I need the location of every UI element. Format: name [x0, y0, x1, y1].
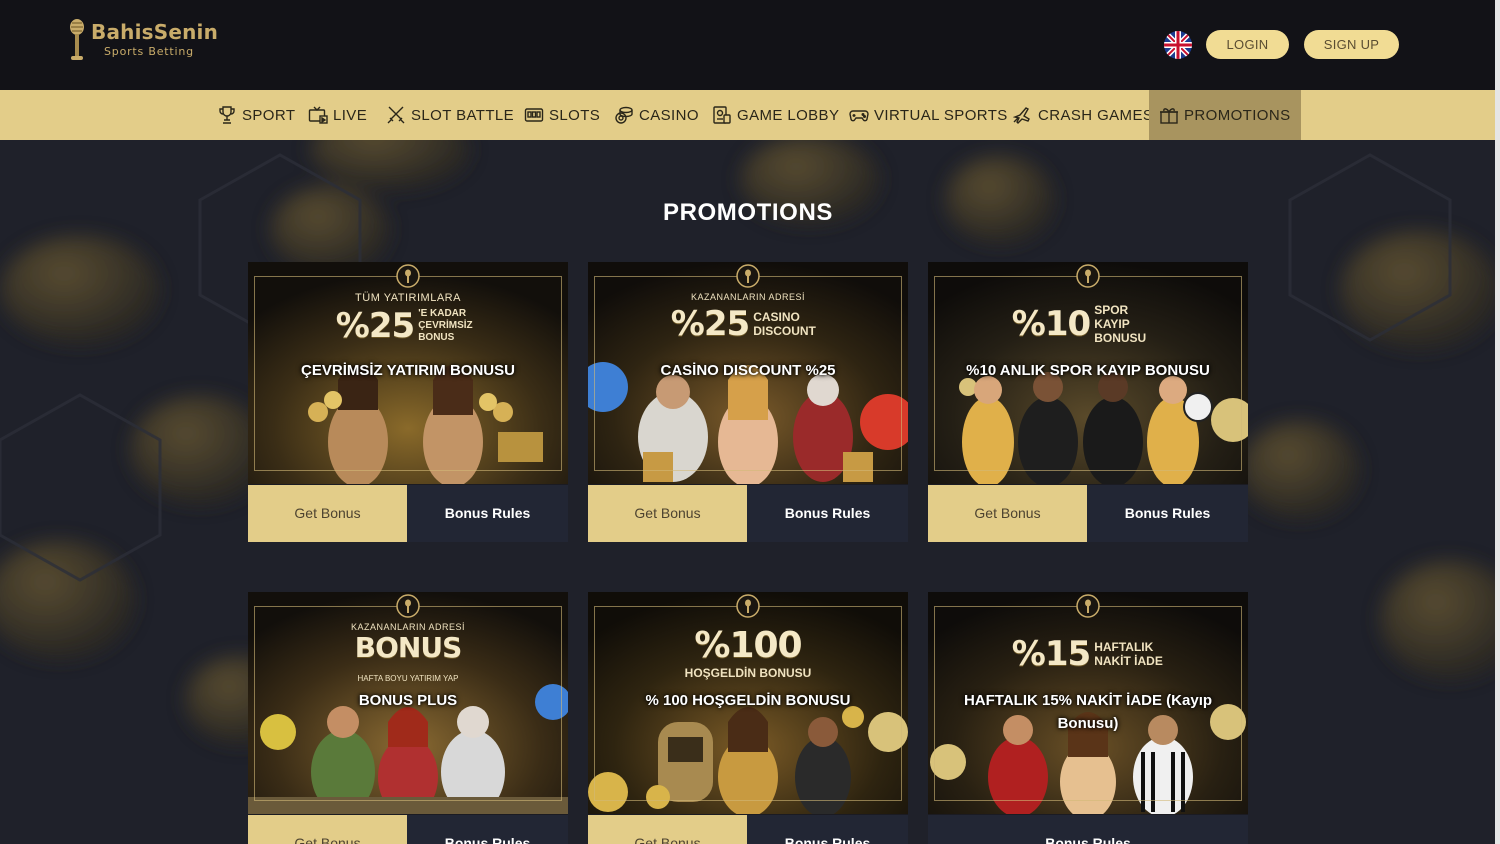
banner-bottom-text: HAFTA BOYU YATIRIM YAP — [357, 674, 459, 683]
game-lobby-icon — [713, 106, 731, 124]
nav-item-slots[interactable]: SLOTS — [524, 90, 600, 140]
banner-side-text: HOŞGELDİN BONUSU — [684, 666, 812, 680]
banner-side-text: SPOR KAYIP BONUSU — [1094, 303, 1147, 345]
banner-heading: %100 HOŞGELDİN BONUSU — [658, 626, 838, 686]
microphone-badge-icon — [1076, 264, 1100, 288]
microphone-logo-icon — [70, 19, 84, 60]
banner-heading: TÜM YATIRIMLARA %25 'E KADAR ÇEVRİMSİZ B… — [318, 292, 498, 352]
promotion-title: % 100 HOŞGELDİN BONUSU — [645, 692, 851, 709]
get-bonus-button[interactable]: Get Bonus — [928, 485, 1087, 542]
logo[interactable]: BahisSenin Sports Betting — [66, 18, 226, 64]
login-button[interactable]: LOGIN — [1206, 30, 1289, 59]
nav-label: SLOTS — [549, 106, 601, 124]
get-bonus-button[interactable]: Get Bonus — [248, 815, 407, 844]
nav-item-virtual-sports[interactable]: VIRTUAL SPORTS — [849, 90, 1008, 140]
uk-flag-icon[interactable] — [1164, 31, 1192, 59]
promotion-card: %15 HAFTALIK NAKİT İADE HAFTALIK 15% NAK… — [928, 592, 1248, 844]
live-tv-icon — [308, 106, 328, 124]
slot-machine-icon — [524, 108, 544, 122]
promotion-title: CASİNO DISCOUNT %25 — [660, 362, 836, 379]
nav-label: GAME LOBBY — [737, 106, 840, 124]
promotion-card: KAZANANLARIN ADRESİ BONUS HAFTA BOYU YAT… — [248, 592, 568, 844]
promotion-banner[interactable]: KAZANANLARIN ADRESİ %25 CASINO DISCOUNT … — [588, 262, 908, 484]
page-title: PROMOTIONS — [662, 199, 833, 226]
gift-icon — [1160, 108, 1178, 124]
banner-side-text: 'E KADAR ÇEVRİMSİZ BONUS — [418, 308, 473, 343]
get-bonus-button[interactable]: Get Bonus — [588, 815, 747, 844]
microphone-badge-icon — [396, 264, 420, 288]
banner-big-text: %100 — [694, 625, 802, 666]
promotion-banner[interactable]: TÜM YATIRIMLARA %25 'E KADAR ÇEVRİMSİZ B… — [248, 262, 568, 484]
plane-icon — [1013, 107, 1030, 124]
promotion-banner[interactable]: %100 HOŞGELDİN BONUSU % 100 HOŞGELDİN BO… — [588, 592, 908, 814]
banner-heading: %10 SPOR KAYIP BONUSU — [998, 302, 1178, 362]
nav-label: SLOT BATTLE — [411, 106, 515, 124]
banner-big-text: BONUS — [354, 631, 462, 664]
banner-big-text: %25 — [335, 306, 415, 346]
casino-chips-icon — [615, 106, 633, 124]
bonus-rules-button[interactable]: Bonus Rules — [1087, 485, 1248, 542]
promotion-title: ÇEVRİMSİZ YATIRIM BONUSU — [301, 362, 515, 379]
nav-item-slot-battle[interactable]: SLOT BATTLE — [386, 90, 514, 140]
bonus-rules-button[interactable]: Bonus Rules — [747, 815, 908, 844]
nav-item-live[interactable]: LIVE — [308, 90, 367, 140]
bonus-rules-button[interactable]: Bonus Rules — [407, 485, 568, 542]
signup-button[interactable]: SIGN UP — [1304, 30, 1399, 59]
microphone-badge-icon — [736, 594, 760, 618]
microphone-badge-icon — [396, 594, 420, 618]
microphone-badge-icon — [736, 264, 760, 288]
promotion-card: TÜM YATIRIMLARA %25 'E KADAR ÇEVRİMSİZ B… — [248, 262, 568, 542]
banner-heading: %15 HAFTALIK NAKİT İADE — [998, 632, 1178, 692]
nav-label: SPORT — [242, 106, 296, 124]
banner-side-text: CASINO DISCOUNT — [753, 310, 816, 338]
banner-heading: KAZANANLARIN ADRESİ %25 CASINO DISCOUNT — [658, 292, 838, 352]
nav-item-game-lobby[interactable]: GAME LOBBY — [712, 90, 839, 140]
promotion-banner[interactable]: %10 SPOR KAYIP BONUSU %10 ANLIK SPOR KAY… — [928, 262, 1248, 484]
top-header: BahisSenin Sports Betting LOGIN SIGN UP — [0, 0, 1500, 90]
nav-label: CASINO — [639, 106, 699, 124]
promotion-card: KAZANANLARIN ADRESİ %25 CASINO DISCOUNT … — [588, 262, 908, 542]
gamepad-icon — [849, 110, 869, 122]
promotion-card: %10 SPOR KAYIP BONUSU %10 ANLIK SPOR KAY… — [928, 262, 1248, 542]
banner-big-text: %10 — [1011, 304, 1091, 344]
promotion-card: %100 HOŞGELDİN BONUSU % 100 HOŞGELDİN BO… — [588, 592, 908, 844]
bonus-rules-button[interactable]: Bonus Rules — [928, 815, 1248, 844]
bonus-rules-button[interactable]: Bonus Rules — [407, 815, 568, 844]
banner-top-text: KAZANANLARIN ADRESİ — [690, 292, 806, 302]
nav-label: VIRTUAL SPORTS — [874, 106, 1008, 124]
logo-title: BahisSenin — [91, 20, 219, 44]
microphone-badge-icon — [1076, 594, 1100, 618]
nav-label: LIVE — [333, 106, 368, 124]
main-nav: SPORT LIVE SLOT BATTLE SLOTS CASINO GAME… — [0, 90, 1500, 140]
banner-big-text: %15 — [1011, 634, 1091, 674]
get-bonus-button[interactable]: Get Bonus — [248, 485, 407, 542]
nav-item-crash-games[interactable]: CRASH GAMES — [1013, 90, 1153, 140]
banner-top-text: TÜM YATIRIMLARA — [355, 292, 461, 304]
nav-label: CRASH GAMES — [1038, 106, 1154, 124]
crossed-swords-icon — [387, 106, 405, 124]
nav-item-sport[interactable]: SPORT — [217, 90, 295, 140]
nav-item-promotions[interactable]: PROMOTIONS — [1149, 90, 1301, 140]
nav-label: PROMOTIONS — [1184, 106, 1291, 124]
promotion-banner[interactable]: %15 HAFTALIK NAKİT İADE HAFTALIK 15% NAK… — [928, 592, 1248, 814]
banner-big-text: %25 — [670, 304, 750, 344]
bonus-rules-button[interactable]: Bonus Rules — [747, 485, 908, 542]
promotion-title: %10 ANLIK SPOR KAYIP BONUSU — [966, 362, 1210, 379]
banner-heading: KAZANANLARIN ADRESİ BONUS HAFTA BOYU YAT… — [318, 622, 498, 683]
nav-item-casino[interactable]: CASINO — [614, 90, 699, 140]
banner-side-text: HAFTALIK NAKİT İADE — [1094, 640, 1163, 668]
get-bonus-button[interactable]: Get Bonus — [588, 485, 747, 542]
scrollbar[interactable] — [1495, 0, 1500, 844]
promotion-banner[interactable]: KAZANANLARIN ADRESİ BONUS HAFTA BOYU YAT… — [248, 592, 568, 814]
promotion-title: BONUS PLUS — [358, 692, 458, 709]
logo-subtitle: Sports Betting — [104, 45, 194, 58]
promotion-title: HAFTALIK 15% NAKİT İADE (Kayıp Bonusu) — [963, 692, 1213, 732]
trophy-icon — [219, 106, 235, 124]
